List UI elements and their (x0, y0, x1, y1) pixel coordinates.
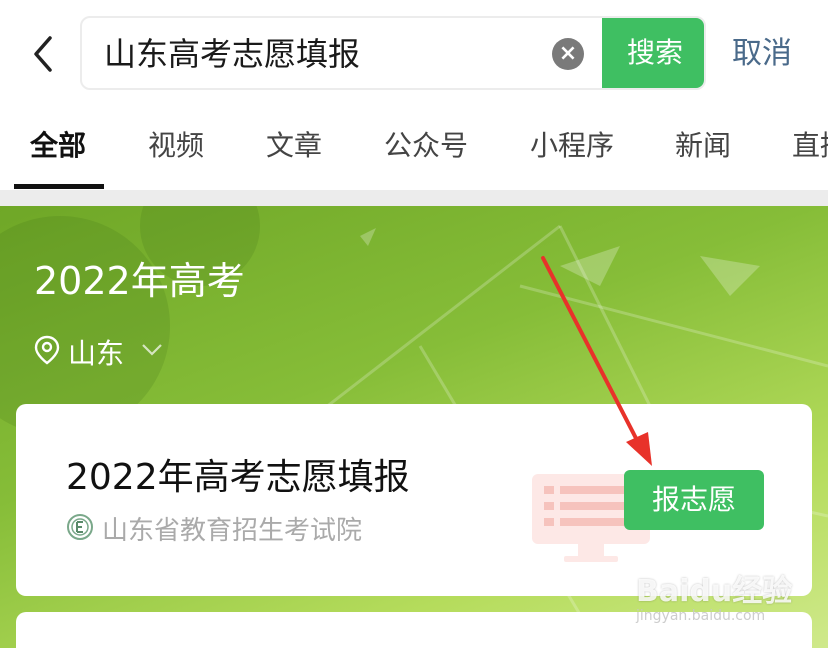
apply-volunteer-button[interactable]: 报志愿 (624, 470, 764, 530)
tab-all[interactable]: 全部 (30, 128, 86, 164)
chevron-down-icon (140, 342, 164, 362)
cancel-button[interactable]: 取消 (732, 34, 792, 74)
tab-live[interactable]: 直播 (792, 128, 828, 164)
volunteer-card[interactable]: 2022年高考志愿填报 山东省教育招生考试院 报志愿 (16, 404, 812, 596)
search-input[interactable]: 山东高考志愿填报 (104, 34, 360, 74)
next-card[interactable] (16, 612, 812, 648)
tab-official-account[interactable]: 公众号 (384, 128, 468, 164)
search-header: 山东高考志愿填报 × 搜索 取消 (0, 0, 828, 108)
active-tab-indicator (14, 184, 104, 189)
back-icon[interactable] (24, 32, 64, 76)
institution-logo-icon (66, 513, 94, 545)
tab-article[interactable]: 文章 (266, 128, 322, 164)
tab-bar: 全部 视频 文章 公众号 小程序 新闻 直播 (0, 108, 828, 190)
card-source: 山东省教育招生考试院 (66, 510, 362, 547)
clear-icon[interactable]: × (552, 38, 584, 70)
location-label: 山东 (68, 337, 125, 370)
card-title[interactable]: 2022年高考志愿填报 (66, 456, 410, 500)
search-button[interactable]: 搜索 (602, 18, 704, 88)
location-selector[interactable]: 山东 (34, 334, 164, 370)
tab-video[interactable]: 视频 (148, 128, 204, 164)
tab-mini-program[interactable]: 小程序 (530, 128, 614, 164)
tab-news[interactable]: 新闻 (675, 128, 731, 164)
section-divider (0, 190, 828, 206)
gaokao-banner: 2022年高考 山东 2022年高考志愿填报 山东省教育招生考试院 报志愿 (0, 206, 828, 648)
card-source-label: 山东省教育招生考试院 (102, 516, 363, 546)
banner-title: 2022年高考 (34, 259, 245, 303)
search-box[interactable]: 山东高考志愿填报 × 搜索 (80, 16, 706, 90)
location-pin-icon (34, 335, 60, 369)
